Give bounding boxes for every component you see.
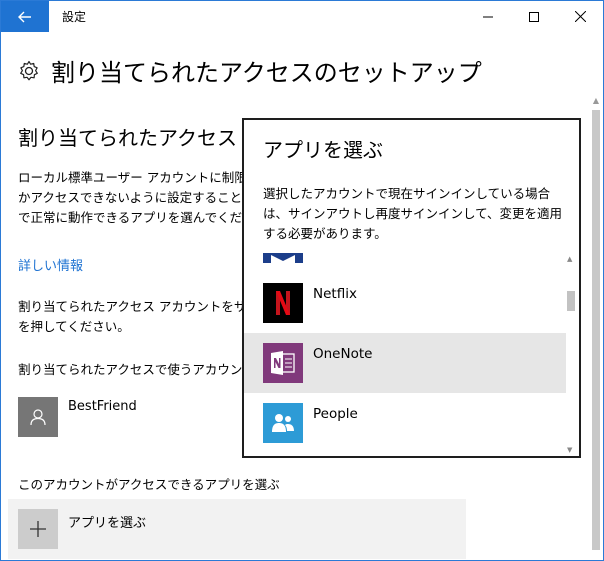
account-selector[interactable]: BestFriend [18,397,137,437]
plus-icon [30,521,46,537]
description-line: で正常に動作できるアプリを選んでくだ [18,210,243,225]
list-item[interactable]: People [244,393,566,453]
plus-tile [18,509,58,549]
scroll-up-arrow-icon[interactable]: ▲ [590,96,602,108]
minimize-icon [483,16,493,17]
page-scrollbar[interactable]: ▲ [590,96,602,560]
flyout-title: アプリを選ぶ [263,138,383,162]
maximize-icon [529,11,539,22]
choose-app-flyout: アプリを選ぶ 選択したアカウントで現在サインインしている場合は、サインアウトし再… [242,118,581,458]
app-list: Netflix OneNote People [244,253,566,456]
app-name: People [313,406,358,422]
list-item[interactable] [244,253,566,273]
description-line: ローカル標準ユーザー アカウントに制限を [18,170,248,185]
learn-more-link[interactable]: 詳しい情報 [18,255,83,274]
onenote-icon [263,343,303,383]
scroll-down-arrow-icon[interactable]: ▼ [567,446,572,454]
title-bar: 設定 [1,1,603,32]
account-label: 割り当てられたアクセスで使うアカウント [18,362,248,377]
close-icon [574,11,586,22]
choose-app-button[interactable]: アプリを選ぶ [8,499,466,559]
section-title: 割り当てられたアクセス [18,126,237,150]
scroll-thumb[interactable] [567,291,575,311]
maximize-button[interactable] [511,1,557,32]
window-controls [465,1,603,32]
people-icon [263,403,303,443]
user-icon [30,409,46,426]
back-button[interactable] [1,1,49,32]
scroll-thumb[interactable] [592,110,600,550]
gear-icon [20,60,38,80]
instruction-line: 割り当てられたアクセス アカウントをサイ [18,299,248,314]
list-item[interactable]: Netflix [244,273,566,333]
app-name: Netflix [313,286,357,302]
instruction-text: 割り当てられたアクセス アカウントをサイ を押してください。 [18,297,248,337]
app-name: OneNote [313,346,373,362]
instruction-line: を押してください。 [18,319,130,334]
scroll-up-arrow-icon[interactable]: ▲ [567,255,572,263]
description-line: かアクセスできないように設定することが [18,190,248,205]
avatar [18,397,58,437]
minimize-button[interactable] [465,1,511,32]
window-title: 設定 [62,10,87,24]
flyout-scrollbar[interactable]: ▲ ▼ [565,253,577,456]
settings-window: 設定 割り当てられたアクセスのセットアップ 割り当てられたアクセス ローカル標準… [0,0,604,561]
flyout-description: 選択したアカウントで現在サインインしている場合は、サインアウトし再度サインインし… [263,186,563,241]
partial-app-icon [263,253,303,263]
choose-app-button-label: アプリを選ぶ [68,516,147,531]
netflix-icon [263,283,303,323]
page-title: 割り当てられたアクセスのセットアップ [51,59,482,87]
choose-app-label: このアカウントがアクセスできるアプリを選ぶ [18,477,280,492]
account-name: BestFriend [68,399,137,414]
page-header: 割り当てられたアクセスのセットアップ [18,53,482,88]
back-arrow-icon [18,11,31,22]
close-button[interactable] [557,1,603,32]
list-item[interactable]: OneNote [244,333,566,393]
description: ローカル標準ユーザー アカウントに制限を かアクセスできないように設定することが… [18,168,248,228]
